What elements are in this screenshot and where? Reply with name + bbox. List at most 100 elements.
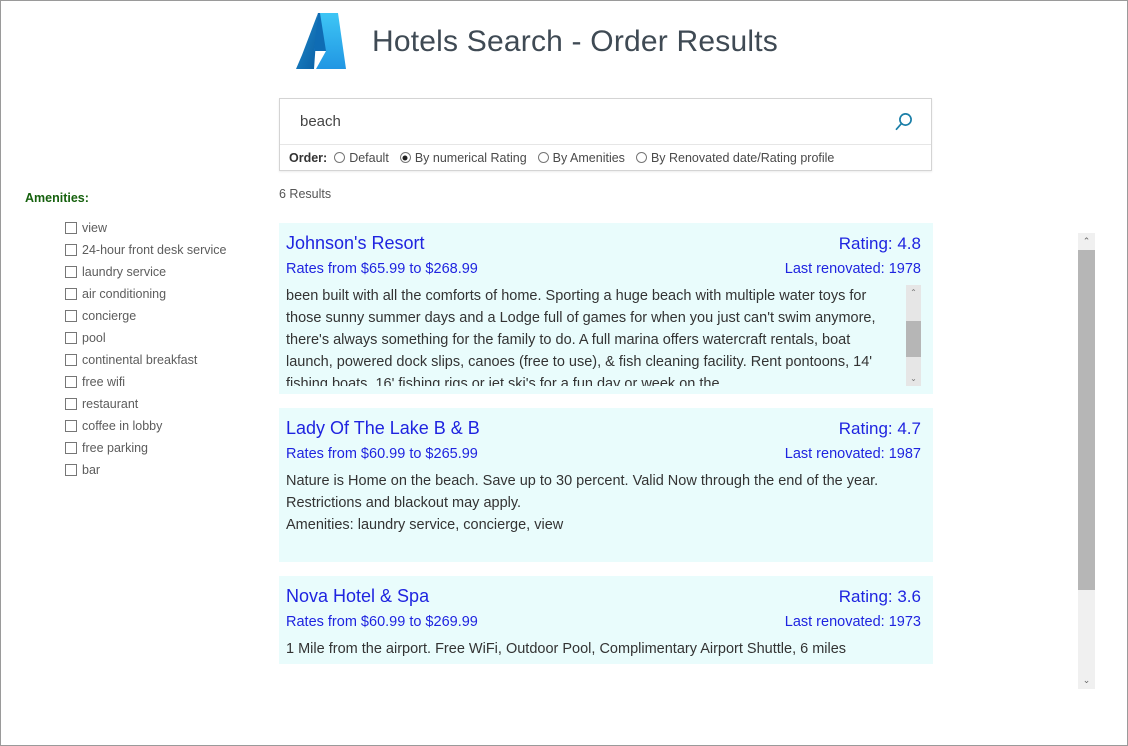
radio-icon-by-numerical-rating: [399, 152, 411, 163]
hotel-rates: Rates from $60.99 to $265.99: [286, 446, 478, 462]
order-option-by-renovated-date[interactable]: By Renovated date/Rating profile: [635, 150, 835, 165]
search-input[interactable]: [300, 113, 887, 130]
amenity-label: pool: [82, 331, 106, 345]
hotel-name-link[interactable]: Lady Of The Lake B & B: [286, 418, 480, 439]
order-options-row: Order: Default By numerical Rating By Am…: [280, 144, 931, 170]
search-panel: Order: Default By numerical Rating By Am…: [279, 98, 932, 171]
hotel-rating: Rating: 4.8: [838, 234, 921, 253]
page-scroll-down-button[interactable]: ⌄: [1078, 672, 1095, 689]
checkbox-icon: [65, 244, 77, 256]
amenities-heading: Amenities:: [25, 191, 89, 205]
amenity-label: coffee in lobby: [82, 419, 163, 433]
page-scrollbar[interactable]: ⌃ ⌄: [1078, 233, 1095, 689]
order-label: Order:: [289, 150, 328, 165]
result-card-meta-row: Rates from $60.99 to $265.99 Last renova…: [286, 439, 921, 462]
checkbox-icon: [65, 332, 77, 344]
amenity-item-concierge[interactable]: concierge: [65, 305, 270, 327]
order-option-label: Default: [349, 150, 389, 165]
chevron-up-icon: ⌃: [1082, 236, 1091, 246]
hotel-rating: Rating: 4.7: [838, 419, 921, 438]
hotel-last-renovated: Last renovated: 1987: [784, 446, 921, 462]
scrollbar-thumb[interactable]: [906, 321, 921, 357]
app-window: Hotels Search - Order Results Order: Def…: [0, 0, 1128, 746]
page-title: Hotels Search - Order Results: [372, 25, 778, 58]
radio-icon-by-renovated-date: [635, 152, 647, 163]
checkbox-icon: [65, 222, 77, 234]
radio-icon-default: [334, 152, 346, 163]
chevron-down-icon: ⌄: [910, 373, 917, 383]
hotel-rates: Rates from $65.99 to $268.99: [286, 261, 478, 277]
result-card-meta-row: Rates from $65.99 to $268.99 Last renova…: [286, 254, 921, 277]
order-option-default[interactable]: Default: [334, 151, 389, 165]
checkbox-icon: [65, 442, 77, 454]
amenity-item-coffee-in-lobby[interactable]: coffee in lobby: [65, 415, 270, 437]
checkbox-icon: [65, 420, 77, 432]
order-option-by-amenities[interactable]: By Amenities: [537, 150, 625, 165]
amenity-item-continental-breakfast[interactable]: continental breakfast: [65, 349, 270, 371]
hotel-name-link[interactable]: Nova Hotel & Spa: [286, 586, 429, 607]
search-button[interactable]: [887, 105, 921, 139]
amenity-item-air-conditioning[interactable]: air conditioning: [65, 283, 270, 305]
result-card-title-row: Lady Of The Lake B & B Rating: 4.7: [286, 418, 921, 439]
description-scrollbar[interactable]: ⌃ ⌄: [906, 285, 921, 386]
checkbox-icon: [65, 310, 77, 322]
scroll-up-button[interactable]: ⌃: [906, 285, 921, 300]
amenity-label: view: [82, 221, 108, 235]
amenity-label: restaurant: [82, 397, 139, 411]
amenity-label: bar: [82, 463, 101, 477]
hotel-description: 1 Mile from the airport. Free WiFi, Outd…: [286, 641, 847, 657]
checkbox-icon: [65, 464, 77, 476]
results-list: 6 Results Johnson's Resort Rating: 4.8 R…: [279, 187, 939, 678]
result-card[interactable]: Nova Hotel & Spa Rating: 3.6 Rates from …: [279, 576, 933, 664]
order-option-by-numerical-rating[interactable]: By numerical Rating: [399, 150, 527, 165]
hotel-last-renovated: Last renovated: 1978: [784, 261, 921, 277]
amenities-checkbox-list: view 24-hour front desk service laundry …: [25, 217, 270, 481]
order-option-label: By numerical Rating: [414, 150, 527, 165]
azure-logo: [296, 13, 346, 69]
amenity-item-free-parking[interactable]: free parking: [65, 437, 270, 459]
amenity-label: free wifi: [82, 375, 126, 389]
hotel-description-scrollarea[interactable]: been built with all the comforts of home…: [286, 285, 921, 386]
hotel-description-area: 1 Mile from the airport. Free WiFi, Outd…: [286, 638, 921, 660]
chevron-up-icon: ⌃: [910, 287, 917, 297]
hotel-description-area: Nature is Home on the beach. Save up to …: [286, 470, 921, 536]
chevron-down-icon: ⌄: [1082, 675, 1091, 685]
search-icon: [895, 112, 912, 130]
result-card-meta-row: Rates from $60.99 to $269.99 Last renova…: [286, 607, 921, 630]
amenity-label: concierge: [82, 309, 137, 323]
amenity-label: 24-hour front desk service: [82, 243, 227, 257]
result-card-title-row: Johnson's Resort Rating: 4.8: [286, 233, 921, 254]
result-card[interactable]: Johnson's Resort Rating: 4.8 Rates from …: [279, 223, 933, 394]
amenity-label: free parking: [82, 441, 149, 455]
checkbox-icon: [65, 354, 77, 366]
hotel-name-link[interactable]: Johnson's Resort: [286, 233, 425, 254]
radio-icon-by-amenities: [537, 152, 549, 163]
amenity-item-view[interactable]: view: [65, 217, 270, 239]
amenities-filter-panel: Amenities: view 24-hour front desk servi…: [25, 191, 270, 481]
checkbox-icon: [65, 398, 77, 410]
amenity-item-restaurant[interactable]: restaurant: [65, 393, 270, 415]
results-count: 6 Results: [279, 187, 332, 201]
page-header: Hotels Search - Order Results: [294, 11, 778, 73]
amenity-label: air conditioning: [82, 287, 167, 301]
page-scroll-up-button[interactable]: ⌃: [1078, 233, 1095, 250]
amenity-item-pool[interactable]: pool: [65, 327, 270, 349]
order-option-label: By Renovated date/Rating profile: [650, 150, 835, 165]
result-card-title-row: Nova Hotel & Spa Rating: 3.6: [286, 586, 921, 607]
hotel-rating: Rating: 3.6: [838, 587, 921, 606]
amenity-item-laundry-service[interactable]: laundry service: [65, 261, 270, 283]
amenity-item-bar[interactable]: bar: [65, 459, 270, 481]
amenity-label: laundry service: [82, 265, 167, 279]
checkbox-icon: [65, 376, 77, 388]
scroll-down-button[interactable]: ⌄: [906, 371, 921, 386]
hotel-description: Nature is Home on the beach. Save up to …: [286, 473, 879, 533]
checkbox-icon: [65, 288, 77, 300]
amenity-label: continental breakfast: [82, 353, 198, 367]
hotel-description: been built with all the comforts of home…: [286, 288, 876, 386]
hotel-rates: Rates from $60.99 to $269.99: [286, 614, 478, 630]
order-option-label: By Amenities: [552, 150, 625, 165]
amenity-item-24-hour-front-desk-service[interactable]: 24-hour front desk service: [65, 239, 270, 261]
page-scrollbar-thumb[interactable]: [1078, 250, 1095, 590]
amenity-item-free-wifi[interactable]: free wifi: [65, 371, 270, 393]
result-card[interactable]: Lady Of The Lake B & B Rating: 4.7 Rates…: [279, 408, 933, 562]
